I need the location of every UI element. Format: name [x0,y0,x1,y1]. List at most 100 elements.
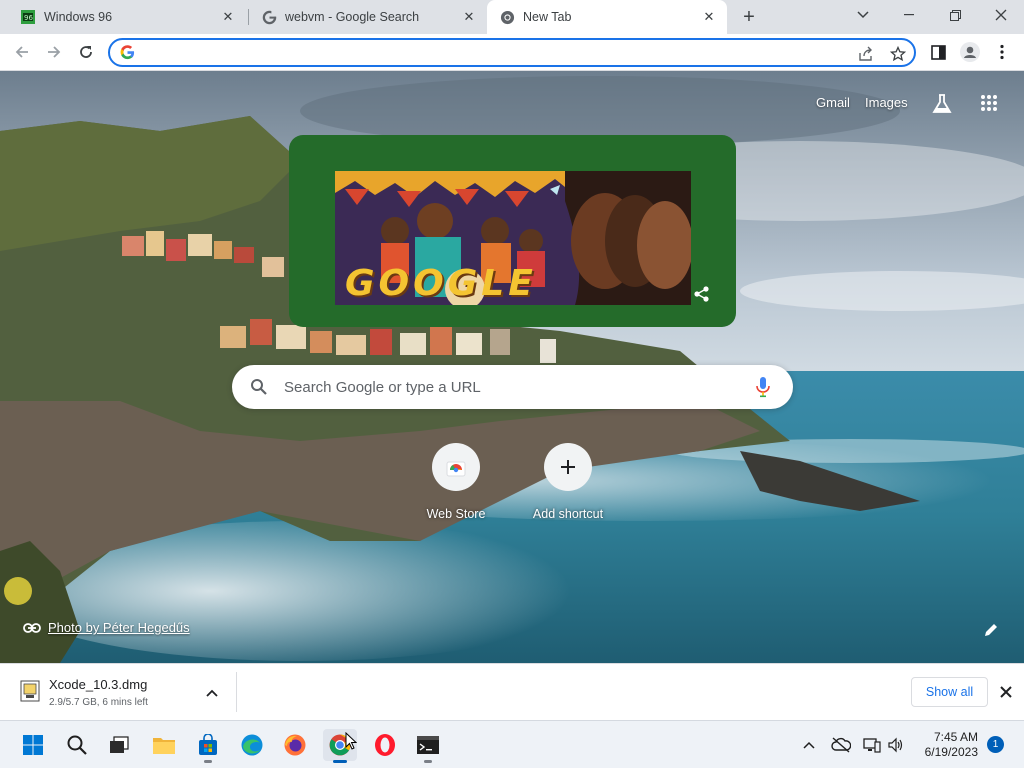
mouse-cursor-icon [345,732,357,750]
tab-search-button[interactable] [840,0,886,30]
back-button[interactable] [8,38,36,66]
show-hidden-icons-button[interactable] [799,735,819,755]
tab-close-icon[interactable]: ✕ [220,9,236,25]
opera-icon [375,734,395,756]
search-icon [251,379,267,395]
share-doodle-icon[interactable] [693,285,711,303]
firefox-icon [284,734,306,756]
forward-button[interactable] [40,38,68,66]
store-bag-icon [199,734,217,755]
tab-windows96[interactable]: 96 Windows 96 ✕ [8,0,246,34]
back-arrow-icon [15,46,28,58]
search-taskbar-button[interactable] [60,729,94,761]
images-link[interactable]: Images [865,95,908,110]
shortcut-label: Add shortcut [532,507,604,521]
gmail-link[interactable]: Gmail [816,95,850,110]
share-page-button[interactable] [856,44,876,64]
side-panel-button[interactable] [924,38,952,66]
folder-icon [153,738,175,754]
side-panel-icon [930,44,946,60]
tab-webvm-search[interactable]: webvm - Google Search ✕ [249,0,487,34]
opera-app[interactable] [368,729,402,761]
more-vertical-icon [1000,44,1004,60]
google-icon [261,9,277,25]
close-window-button[interactable] [978,0,1024,30]
apps-grid-icon [981,95,997,111]
browser-toolbar [0,34,1024,71]
new-tab-button[interactable]: + [737,5,761,29]
new-tab-page: Gmail Images GOOGLE Search Google or typ… [0,71,1024,663]
reload-button[interactable] [72,38,100,66]
doodle-wordmark: GOOGLE [345,263,537,304]
close-shelf-button[interactable] [996,682,1016,702]
search-input[interactable] [284,376,744,398]
firefox-app[interactable] [278,729,312,761]
profile-avatar-icon [960,42,980,62]
tab-new-tab[interactable]: New Tab ✕ [487,0,727,34]
chevron-down-icon [857,11,869,19]
browser-menu-button[interactable] [988,38,1016,66]
web-store-icon [446,461,466,477]
address-bar[interactable] [108,38,916,67]
reload-icon [80,46,92,58]
download-status: 2.9/5.7 GB, 6 mins left [49,697,148,708]
share-icon [859,46,872,61]
close-icon [1000,686,1012,698]
chevron-up-icon [803,741,815,749]
tab-strip: 96 Windows 96 ✕ webvm - Google Search ✕ … [0,0,1024,34]
ntp-search-box[interactable] [232,365,793,409]
tab-title: Windows 96 [44,10,113,24]
chevron-up-icon[interactable] [205,686,219,700]
restore-icon [949,9,961,21]
microsoft-store-app[interactable] [191,729,225,763]
windows-taskbar: 7:45 AM 6/19/2023 1 [0,720,1024,768]
windows-logo-icon [23,735,43,755]
shortcut-tile [432,443,480,491]
photo-credit-link[interactable]: Photo by Péter Hegedűs [23,620,190,635]
taskbar-clock[interactable]: 7:45 AM 6/19/2023 [906,730,978,760]
edge-icon [241,734,263,756]
labs-button[interactable] [931,93,953,115]
google-doodle[interactable]: GOOGLE [289,135,736,327]
google-apps-button[interactable] [980,94,1000,114]
tab-title: New Tab [523,10,572,24]
task-view-button[interactable] [102,729,136,761]
bookmark-button[interactable] [888,44,908,64]
speaker-icon [888,737,903,753]
download-item[interactable]: Xcode_10.3.dmg 2.9/5.7 GB, 6 mins left [10,672,225,712]
shortcut-tile [544,443,592,491]
edge-app[interactable] [235,729,269,761]
omnibox-input[interactable] [144,43,844,63]
search-icon [67,735,87,755]
profile-button[interactable] [956,38,984,66]
microphone-icon[interactable] [755,376,771,398]
shortcut-add[interactable]: Add shortcut [526,443,610,521]
terminal-icon [417,736,439,754]
network-tray-button[interactable] [862,735,882,755]
tab-title: webvm - Google Search [285,10,420,24]
restore-button[interactable] [932,0,978,30]
tab-close-icon[interactable]: ✕ [701,9,717,25]
shortcut-web-store[interactable]: Web Store [414,443,498,521]
chrome-icon [499,9,515,25]
onedrive-tray-button[interactable] [831,735,851,755]
notification-badge[interactable]: 1 [987,736,1004,753]
svg-text:96: 96 [24,14,33,22]
google-g-icon [120,45,135,60]
network-icon [863,738,881,753]
shelf-divider [236,672,237,712]
volume-tray-button[interactable] [886,735,906,755]
terminal-app[interactable] [411,729,445,763]
forward-arrow-icon [48,46,61,58]
pencil-icon[interactable] [983,622,999,638]
tab-close-icon[interactable]: ✕ [461,9,477,25]
disk-image-file-icon [20,680,40,702]
clock-date: 6/19/2023 [924,745,978,759]
minimize-icon [904,14,914,16]
task-view-icon [110,736,129,753]
show-all-downloads-button[interactable]: Show all [911,677,988,707]
file-explorer-app[interactable] [147,729,181,761]
download-file-name: Xcode_10.3.dmg [49,677,148,692]
start-button[interactable] [16,729,50,761]
minimize-button[interactable] [886,0,932,30]
